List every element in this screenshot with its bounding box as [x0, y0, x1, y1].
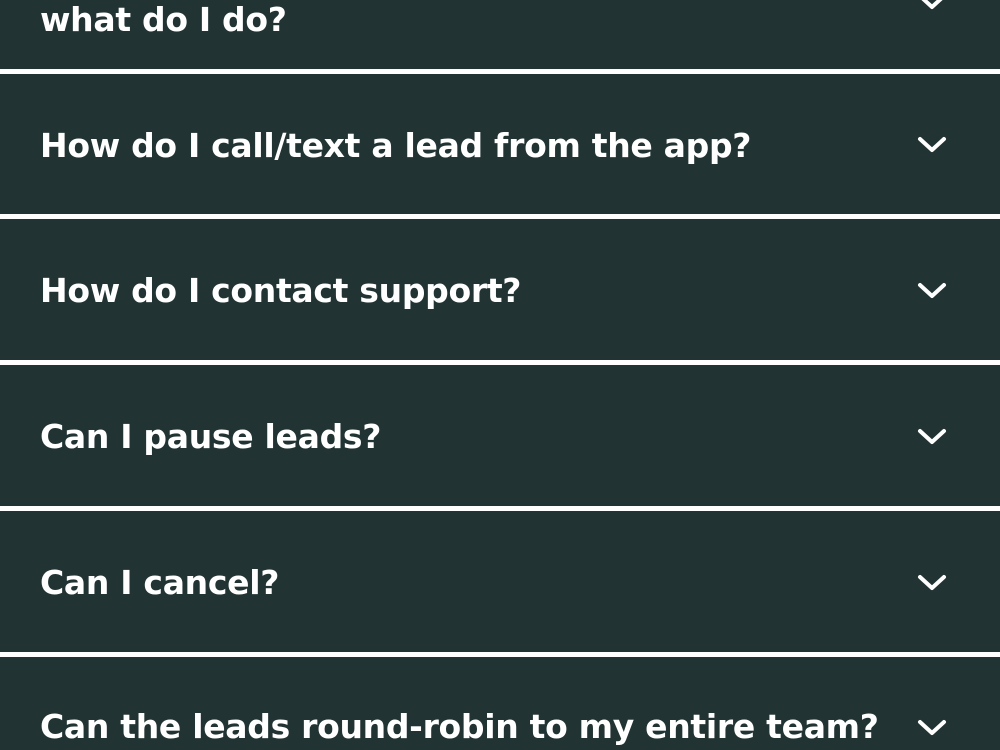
faq-item[interactable]: Can I cancel? [0, 511, 1000, 652]
faq-question: Can I pause leads? [40, 417, 382, 456]
faq-question: what do I do? [40, 0, 287, 39]
chevron-down-icon[interactable] [916, 135, 948, 155]
faq-accordion: what do I do? How do I call/text a lead … [0, 0, 1000, 750]
faq-item[interactable]: How do I call/text a lead from the app? [0, 74, 1000, 214]
faq-question: How do I contact support? [40, 271, 522, 310]
chevron-down-icon[interactable] [916, 427, 948, 447]
faq-item[interactable]: Can the leads round-robin to my entire t… [0, 657, 1000, 750]
faq-question: How do I call/text a lead from the app? [40, 126, 752, 165]
faq-item[interactable]: what do I do? [0, 0, 1000, 69]
faq-item[interactable]: Can I pause leads? [0, 365, 1000, 506]
faq-item[interactable]: How do I contact support? [0, 219, 1000, 360]
chevron-down-icon[interactable] [916, 0, 948, 12]
faq-question: Can I cancel? [40, 563, 280, 602]
chevron-down-icon[interactable] [916, 718, 948, 738]
chevron-down-icon[interactable] [916, 281, 948, 301]
faq-question: Can the leads round-robin to my entire t… [40, 707, 879, 746]
chevron-down-icon[interactable] [916, 573, 948, 593]
